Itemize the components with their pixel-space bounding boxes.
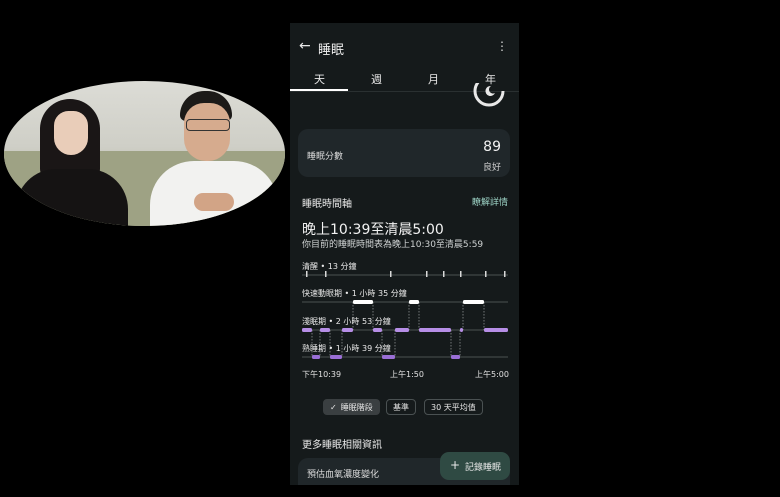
rem-blocks: [353, 300, 484, 304]
rem-block: [463, 300, 484, 304]
x-label-start: 下午10:39: [302, 370, 342, 379]
stage-label-deep: 熟睡期 • 1 小時 39 分鐘: [302, 344, 391, 353]
awake-mark: [504, 271, 506, 277]
plus-icon: +: [450, 458, 461, 472]
sleep-score-rating: 良好: [482, 163, 501, 173]
deep-block: [451, 355, 460, 359]
tab-day[interactable]: 天: [314, 71, 325, 87]
awake-mark: [426, 271, 428, 277]
stage-label-light: 淺眠期 • 2 小時 53 分鐘: [302, 317, 391, 326]
sleep-score-label: 睡眠分數: [307, 152, 344, 162]
light-block: [302, 328, 312, 332]
light-block: [419, 328, 451, 332]
phone-screen: ← 睡眠 ⋮ 天 週 月 年 睡眠分數 89 良好 睡眠時間軸 瞭解詳情 晚上1…: [290, 23, 519, 485]
light-block: [342, 328, 353, 332]
details-link[interactable]: 瞭解詳情: [472, 195, 508, 208]
more-vert-icon[interactable]: ⋮: [496, 39, 508, 53]
sleep-score-value: 89: [483, 139, 501, 155]
sleep-score-card[interactable]: 睡眠分數 89 良好: [298, 129, 510, 177]
check-icon: ✓: [330, 403, 337, 412]
moon-ring-icon: [473, 83, 505, 107]
deep-block: [312, 355, 320, 359]
presenter-man-face: [184, 103, 230, 161]
timeline-title: 睡眠時間軸: [302, 199, 352, 210]
tab-month[interactable]: 月: [428, 71, 439, 87]
deep-block: [330, 355, 342, 359]
presenter-man-glasses: [186, 119, 230, 131]
light-block: [373, 328, 382, 332]
video-overlay: [4, 81, 285, 226]
sleep-time-range: 晚上10:39至清晨5:00: [302, 222, 444, 238]
light-block: [484, 328, 508, 332]
awake-mark: [460, 271, 462, 277]
chip-sleep-stages-label: 睡眠階段: [340, 403, 373, 412]
awake-mark: [443, 271, 445, 277]
x-label-end: 上午5:00: [475, 370, 509, 379]
spo2-card-label: 預估血氧濃度變化: [307, 470, 380, 480]
stage-label-rem: 快速動眼期 • 1 小時 35 分鐘: [302, 289, 407, 298]
more-info-title: 更多睡眠相關資訊: [302, 440, 382, 451]
presenter-woman-face: [54, 111, 88, 155]
presenter-woman-body: [16, 169, 128, 226]
awake-mark: [390, 271, 392, 277]
chip-30-day-average[interactable]: 30 天平均值: [424, 399, 483, 415]
deep-block: [382, 355, 395, 359]
light-block: [395, 328, 409, 332]
rem-block: [353, 300, 373, 304]
light-block: [320, 328, 330, 332]
app-bar: ← 睡眠 ⋮: [290, 23, 519, 73]
arrow-left-icon[interactable]: ←: [299, 39, 313, 53]
x-label-mid: 上午1:50: [390, 370, 424, 379]
chip-baseline-label: 基準: [393, 403, 409, 412]
log-sleep-button[interactable]: + 記錄睡眠: [440, 452, 510, 480]
page-title: 睡眠: [318, 43, 345, 58]
tab-week[interactable]: 週: [371, 71, 382, 87]
awake-mark: [485, 271, 487, 277]
log-sleep-label: 記錄睡眠: [465, 463, 502, 473]
light-block: [460, 328, 463, 332]
rem-block: [409, 300, 419, 304]
presenter-man-hands: [194, 193, 234, 211]
chip-30-day-average-label: 30 天平均值: [431, 403, 476, 412]
chip-baseline[interactable]: 基準: [386, 399, 416, 415]
schedule-note: 你目前的睡眠時間表為晚上10:30至清晨5:59: [302, 240, 484, 250]
stage-label-awake: 清醒 • 13 分鐘: [302, 262, 357, 271]
chip-sleep-stages[interactable]: ✓ 睡眠階段: [323, 399, 380, 415]
